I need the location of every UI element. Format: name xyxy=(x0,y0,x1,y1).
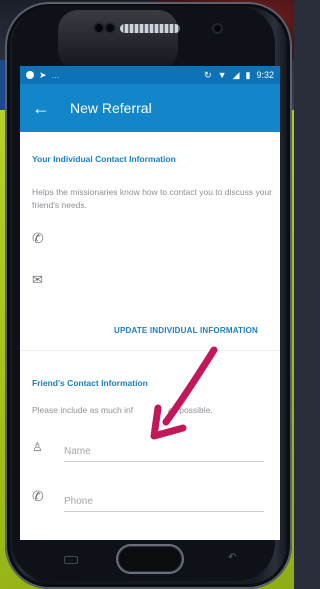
phone-glare xyxy=(58,10,178,70)
messenger-icon: ➤ xyxy=(39,69,47,80)
individual-help-text: Helps the missionaries know how to conta… xyxy=(32,187,273,210)
person-icon: ♙ xyxy=(32,440,43,454)
sensor-icon xyxy=(106,24,114,32)
email-icon: ✉ xyxy=(32,272,43,287)
phone-icon: ✆ xyxy=(32,488,44,504)
individual-section-heading: Your Individual Contact Information xyxy=(32,154,176,164)
cellular-icon: ◢ xyxy=(232,69,240,80)
friend-help-text-end: as possible. xyxy=(167,405,213,415)
front-camera-icon xyxy=(95,24,103,32)
earpiece-speaker xyxy=(120,24,180,33)
friend-section-heading: Friend's Contact Information xyxy=(32,378,148,388)
friend-name-field[interactable]: Name xyxy=(64,446,264,462)
status-time: 9:32 xyxy=(256,70,274,80)
signal-bars-icon: … xyxy=(51,70,60,80)
app-screen: ➤ … ↻ ▼ ◢ ▮ 9:32 ← New Referral Your Ind… xyxy=(20,66,280,540)
status-bar: ➤ … ↻ ▼ ◢ ▮ 9:32 xyxy=(20,66,280,84)
friend-phone-field[interactable]: Phone xyxy=(64,496,264,512)
app-bar: ← New Referral xyxy=(20,84,280,132)
back-key-icon[interactable]: ↶ xyxy=(228,552,242,563)
selfie-camera-icon xyxy=(214,25,221,32)
friend-help-text: Please include as much inf as possible. xyxy=(32,404,272,417)
friend-help-text-start: Please include as much inf xyxy=(32,405,134,415)
recent-apps-key[interactable] xyxy=(64,556,78,564)
referral-form: Your Individual Contact Information Help… xyxy=(20,132,280,540)
home-button[interactable] xyxy=(118,546,182,572)
update-individual-information-link[interactable]: UPDATE INDIVIDUAL INFORMATION xyxy=(114,326,258,335)
section-divider xyxy=(20,350,280,351)
notification-icon xyxy=(26,71,34,79)
name-placeholder: Name xyxy=(64,446,91,457)
phone-placeholder: Phone xyxy=(64,496,93,507)
page-title: New Referral xyxy=(70,100,152,116)
sync-icon: ↻ xyxy=(204,69,212,80)
battery-icon: ▮ xyxy=(245,69,251,80)
phone-icon: ✆ xyxy=(32,230,44,246)
wifi-icon: ▼ xyxy=(217,70,227,80)
arrow-left-icon[interactable]: ← xyxy=(32,98,58,119)
